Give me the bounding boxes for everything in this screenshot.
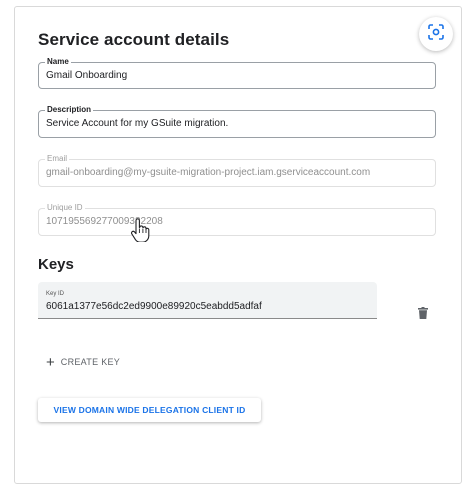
email-field: Email gmail-onboarding@my-gsuite-migrati… — [38, 153, 436, 187]
unique-id-field: Unique ID 107195569277009332208 — [38, 202, 436, 236]
name-label: Name — [45, 56, 71, 67]
create-key-label: CREATE KEY — [60, 357, 121, 367]
description-label: Description — [45, 104, 94, 115]
view-delegation-client-id-button[interactable]: VIEW DOMAIN WIDE DELEGATION CLIENT ID — [38, 398, 261, 422]
panel-title: Service account details — [38, 30, 230, 49]
name-field[interactable]: Name Gmail Onboarding — [38, 56, 436, 89]
description-field[interactable]: Description Service Account for my GSuit… — [38, 104, 436, 138]
keys-heading: Keys — [38, 256, 74, 273]
delegation-button-label: VIEW DOMAIN WIDE DELEGATION CLIENT ID — [53, 405, 246, 415]
email-label: Email — [45, 153, 70, 164]
unique-id-label: Unique ID — [45, 202, 85, 213]
trash-icon — [418, 306, 428, 324]
create-key-button[interactable]: + CREATE KEY — [46, 353, 120, 371]
scan-button[interactable] — [419, 17, 453, 51]
email-value: gmail-onboarding@my-gsuite-migration-pro… — [46, 167, 371, 178]
delete-key-button[interactable] — [416, 306, 430, 324]
plus-icon: + — [46, 353, 55, 371]
screenshot-scan-icon — [428, 23, 444, 45]
name-value[interactable]: Gmail Onboarding — [46, 70, 127, 82]
key-id-label: Key ID — [46, 291, 65, 297]
description-value[interactable]: Service Account for my GSuite migration. — [46, 118, 228, 130]
key-id-value[interactable]: 6061a1377e56dc2ed9900e89920c5eabdd5adfaf — [46, 301, 262, 313]
hand-pointer-cursor-icon — [130, 218, 150, 243]
key-id-field[interactable]: Key ID 6061a1377e56dc2ed9900e89920c5eabd… — [38, 282, 377, 319]
